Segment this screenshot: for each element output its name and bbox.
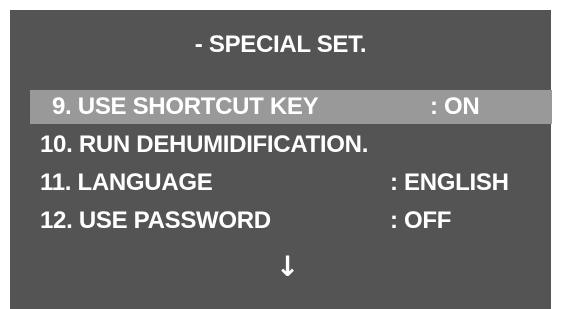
menu-item-use-password[interactable]: 12. USE PASSWORD : OFF: [10, 204, 551, 238]
menu-item-language[interactable]: 11. LANGUAGE : ENGLISH: [10, 166, 551, 200]
menu-item-value: : ON: [430, 93, 480, 120]
scroll-down-arrow-icon: ↓: [275, 250, 300, 283]
menu-item-use-shortcut-key[interactable]: 9. USE SHORTCUT KEY : ON: [30, 90, 552, 124]
menu-item-label: 10. RUN DEHUMIDIFICATION.: [40, 131, 369, 158]
menu-item-label: 12. USE PASSWORD: [40, 207, 271, 234]
osd-menu-panel: - SPECIAL SET. 9. USE SHORTCUT KEY : ON …: [10, 10, 552, 309]
menu-item-label: 9. USE SHORTCUT KEY: [52, 93, 319, 120]
menu-item-value: : OFF: [390, 207, 452, 234]
menu-item-label: 11. LANGUAGE: [40, 169, 213, 196]
menu-item-run-dehumidification[interactable]: 10. RUN DEHUMIDIFICATION.: [10, 128, 551, 162]
menu-item-value: : ENGLISH: [390, 169, 509, 196]
menu-title: - SPECIAL SET.: [194, 31, 367, 58]
